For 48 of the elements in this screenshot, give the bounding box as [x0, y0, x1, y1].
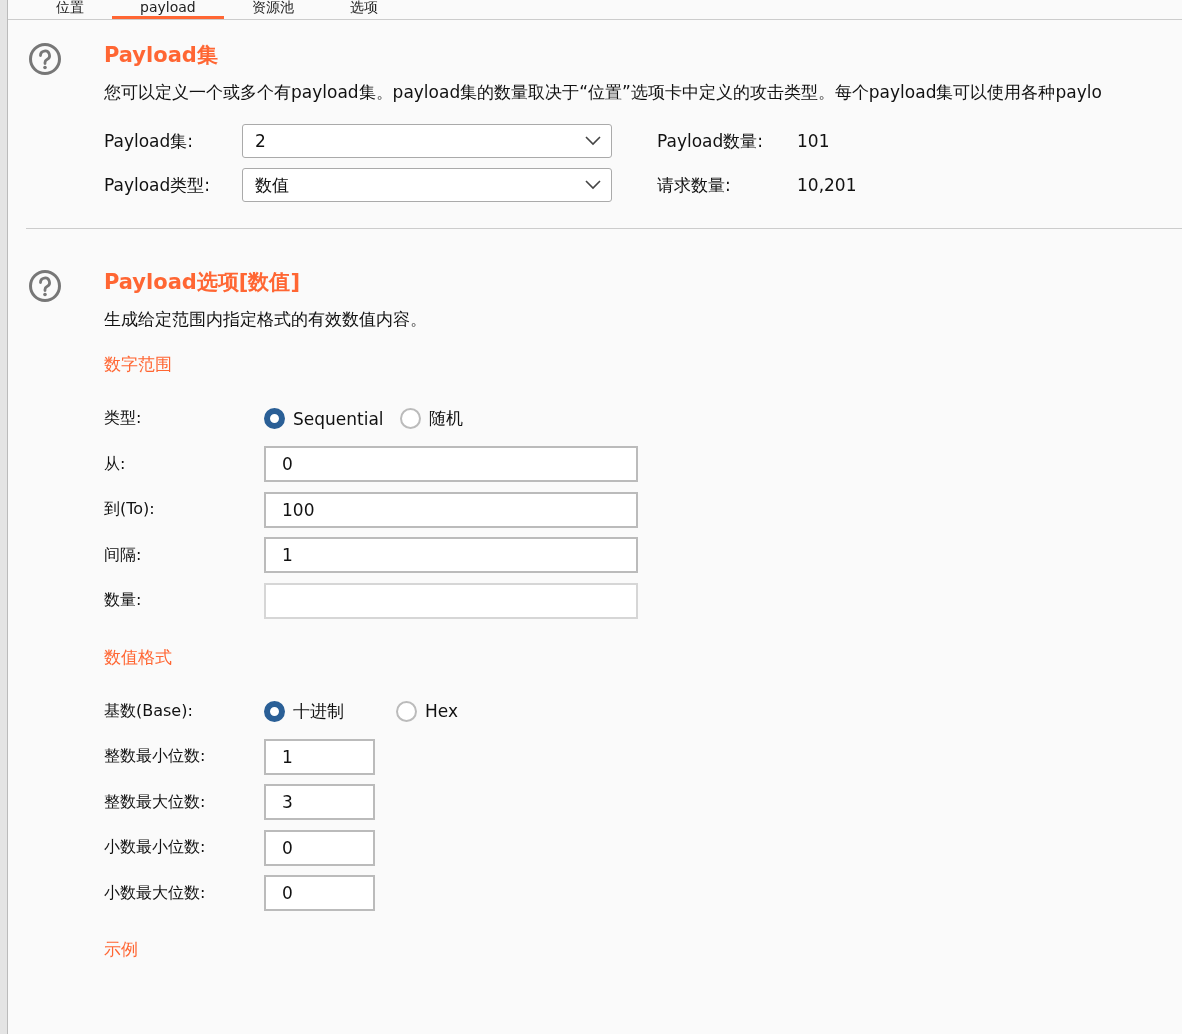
input-field[interactable]: 1: [264, 537, 638, 574]
caret-icon: [585, 136, 601, 146]
radio-label[interactable]: 十进制: [293, 699, 344, 723]
group-heading: 数字范围: [104, 353, 173, 376]
tab[interactable]: 位置: [28, 0, 112, 19]
radio-label[interactable]: Sequential: [293, 408, 384, 429]
info-value: 10,201: [797, 175, 858, 195]
group-heading: 数值格式: [104, 645, 173, 669]
field-label: 基数(Base):: [104, 700, 194, 722]
field-label: 从:: [104, 453, 127, 475]
help-icon[interactable]: [28, 269, 62, 303]
dropdown[interactable]: 数值: [242, 168, 612, 202]
input-field[interactable]: 0: [264, 446, 638, 483]
field-label: Payload类型:: [104, 173, 212, 197]
radio-button[interactable]: [264, 700, 285, 722]
info-label: Payload数量:: [656, 129, 765, 153]
field-label: 小数最大位数:: [104, 882, 207, 904]
field-label: 间隔:: [104, 544, 143, 566]
help-icon[interactable]: [28, 42, 62, 76]
caret-icon: [585, 180, 601, 190]
field-label: 数量:: [104, 590, 143, 612]
tab[interactable]: 资源池: [223, 0, 322, 19]
field-label: 整数最大位数:: [104, 791, 207, 813]
input-field[interactable]: 0: [264, 875, 375, 912]
group-heading: 示例: [104, 938, 139, 961]
field-label: 到(To):: [104, 499, 156, 521]
info-value: 101: [797, 131, 831, 151]
field-label: 类型:: [104, 408, 143, 430]
radio-button[interactable]: [396, 700, 417, 722]
radio-label[interactable]: 随机: [428, 407, 463, 431]
tab[interactable]: payload: [112, 0, 224, 19]
input-field[interactable]: 100: [264, 491, 638, 528]
field-label: 小数最小位数:: [104, 837, 207, 859]
section-description: 生成给定范围内指定格式的有效数值内容。: [104, 308, 428, 331]
tab[interactable]: 选项: [321, 0, 406, 19]
radio-button[interactable]: [399, 408, 421, 430]
input-field[interactable]: 0: [264, 829, 375, 866]
section-description: 您可以定义一个或多个有payload集。payload集的数量取决于“位置”选项卡中定义的攻击类型。每个payload集可以使用各种paylo: [104, 81, 1103, 104]
radio-button[interactable]: [264, 408, 285, 430]
section-title: Payload集: [104, 42, 219, 69]
dropdown[interactable]: 2: [242, 124, 612, 158]
info-label: 请求数量:: [656, 173, 732, 197]
radio-label[interactable]: Hex: [425, 701, 458, 722]
input-field[interactable]: 1: [264, 738, 375, 775]
section-title: Payload选项[数值]: [104, 269, 302, 296]
input-field[interactable]: 3: [264, 784, 375, 821]
field-label: Payload集:: [104, 129, 195, 153]
field-label: 整数最小位数:: [104, 746, 207, 768]
